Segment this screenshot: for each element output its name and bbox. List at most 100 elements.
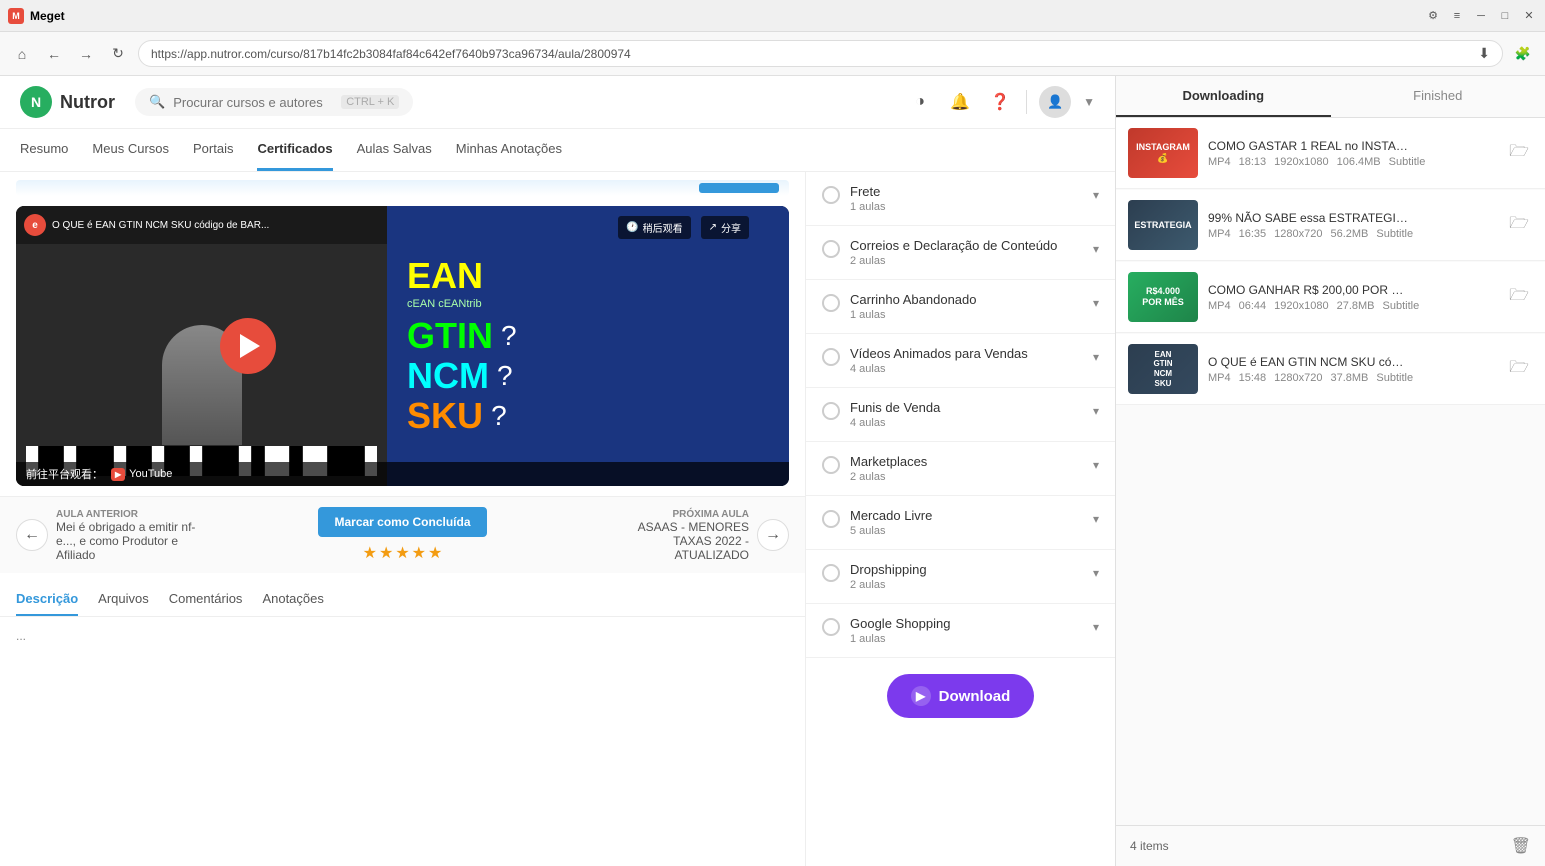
mark-concluded-button[interactable]: Marcar como Concluída (318, 507, 486, 537)
section-title: Marketplaces (850, 454, 1083, 469)
next-arrow[interactable]: → (757, 519, 789, 551)
nav-resumo[interactable]: Resumo (20, 129, 68, 171)
section-title: Mercado Livre (850, 508, 1083, 523)
tab-descricao[interactable]: Descrição (16, 583, 78, 616)
section-funis: Funis de Venda 4 aulas (850, 400, 1083, 429)
right-panel: Frete 1 aulas ▾ Correios e Declaração de… (805, 172, 1115, 866)
next-info: PRÓXIMA AULA ASAAS - MENORES TAXAS 2022 … (609, 509, 749, 562)
folder-icon-1[interactable]: 🗁 (1505, 139, 1533, 167)
star-5[interactable]: ★ (428, 543, 442, 563)
folder-icon-3[interactable]: 🗁 (1505, 283, 1533, 311)
help-icon[interactable]: ❓ (986, 88, 1014, 116)
section-count: 2 aulas (850, 255, 1083, 267)
star-2[interactable]: ★ (379, 543, 393, 563)
chevron-down-icon: ▾ (1093, 566, 1099, 580)
item-info-1: COMO GASTAR 1 REAL no INSTAGRAM e GAN MP… (1208, 139, 1495, 168)
radio-frete[interactable] (822, 186, 840, 204)
thumbnail-3: R$4.000POR MÊS (1128, 272, 1198, 322)
maximize-button[interactable]: □ (1497, 8, 1513, 24)
nav-minhas-anotacoes[interactable]: Minhas Anotações (456, 129, 562, 171)
chevron-down-icon: ▾ (1093, 188, 1099, 202)
nav-certificados[interactable]: Certificados (257, 129, 332, 171)
mark-concluded-section: Marcar como Concluída ★ ★ ★ ★ ★ (318, 507, 486, 563)
chevron-down-icon: ▾ (1093, 350, 1099, 364)
section-videos: Vídeos Animados para Vendas 4 aulas (850, 346, 1083, 375)
size-2: 56.2MB (1330, 228, 1368, 240)
radio-funis[interactable] (822, 402, 840, 420)
subtitle-3: Subtitle (1383, 300, 1420, 312)
section-title: Funis de Venda (850, 400, 1083, 415)
settings-icon[interactable]: ⚙ (1425, 8, 1441, 24)
list-item[interactable]: Frete 1 aulas ▾ (806, 172, 1115, 226)
radio-google-shopping[interactable] (822, 618, 840, 636)
account-dropdown-icon[interactable]: ▼ (1083, 95, 1095, 109)
radio-carrinho[interactable] (822, 294, 840, 312)
list-item[interactable]: Google Shopping 1 aulas ▾ (806, 604, 1115, 658)
nav-portais[interactable]: Portais (193, 129, 233, 171)
close-button[interactable]: ✕ (1521, 8, 1537, 24)
tab-finished[interactable]: Finished (1331, 76, 1545, 117)
play-button[interactable] (220, 318, 276, 374)
radio-videos[interactable] (822, 348, 840, 366)
menu-icon[interactable]: ≡ (1449, 8, 1465, 24)
notification-icon[interactable]: 🔔 (946, 88, 974, 116)
chevron-down-icon: ▾ (1093, 404, 1099, 418)
gtin-row: GTIN ? (407, 318, 517, 354)
search-bar[interactable]: 🔍 CTRL + K (135, 88, 413, 116)
nav-aulas-salvas[interactable]: Aulas Salvas (357, 129, 432, 171)
list-item[interactable]: Mercado Livre 5 aulas ▾ (806, 496, 1115, 550)
star-4[interactable]: ★ (412, 543, 426, 563)
watch-later-btn[interactable]: 🕐 稍后观看 (618, 216, 690, 239)
chevron-down-icon: ▾ (1093, 620, 1099, 634)
tab-downloading[interactable]: Downloading (1116, 76, 1331, 117)
download-button[interactable]: ▶ Download (887, 674, 1035, 718)
section-marketplaces: Marketplaces 2 aulas (850, 454, 1083, 483)
section-carrinho: Carrinho Abandonado 1 aulas (850, 292, 1083, 321)
duration-1: 18:13 (1239, 156, 1267, 168)
contrast-icon[interactable]: ◑ (906, 88, 934, 116)
list-item[interactable]: Dropshipping 2 aulas ▾ (806, 550, 1115, 604)
star-1[interactable]: ★ (363, 543, 377, 563)
folder-icon-4[interactable]: 🗁 (1505, 355, 1533, 383)
star-rating[interactable]: ★ ★ ★ ★ ★ (363, 543, 443, 563)
radio-dropshipping[interactable] (822, 564, 840, 582)
list-item[interactable]: Vídeos Animados para Vendas 4 aulas ▾ (806, 334, 1115, 388)
trash-icon[interactable]: 🗑 (1511, 836, 1531, 856)
url-bar[interactable]: https://app.nutror.com/curso/817b14fc2b3… (138, 40, 1503, 67)
star-3[interactable]: ★ (395, 543, 409, 563)
content-area: e O QUE é EAN GTIN NCM SKU código de BAR… (0, 172, 1115, 866)
nav-meus-cursos[interactable]: Meus Cursos (92, 129, 169, 171)
tab-arquivos[interactable]: Arquivos (98, 583, 149, 616)
radio-marketplaces[interactable] (822, 456, 840, 474)
list-item[interactable]: Marketplaces 2 aulas ▾ (806, 442, 1115, 496)
tab-comentarios[interactable]: Comentários (169, 583, 243, 616)
list-item[interactable]: Funis de Venda 4 aulas ▾ (806, 388, 1115, 442)
tab-anotacoes[interactable]: Anotações (262, 583, 323, 616)
radio-correios[interactable] (822, 240, 840, 258)
minimize-button[interactable]: ─ (1473, 8, 1489, 24)
section-title: Vídeos Animados para Vendas (850, 346, 1083, 361)
search-input[interactable] (173, 95, 333, 110)
forward-button[interactable]: → (74, 42, 98, 66)
share-btn[interactable]: ↗ 分享 (701, 216, 749, 239)
prev-arrow[interactable]: ← (16, 519, 48, 551)
home-button[interactable]: ⌂ (10, 42, 34, 66)
list-item: INSTAGRAM💰 COMO GASTAR 1 REAL no INSTAGR… (1116, 118, 1545, 189)
section-title: Dropshipping (850, 562, 1083, 577)
list-item[interactable]: Correios e Declaração de Conteúdo 2 aula… (806, 226, 1115, 280)
search-icon: 🔍 (149, 94, 165, 110)
list-item[interactable]: Carrinho Abandonado 1 aulas ▾ (806, 280, 1115, 334)
sidebar-tabs: Downloading Finished (1116, 76, 1545, 118)
sku-label: SKU (407, 398, 483, 434)
thumbnail-1: INSTAGRAM💰 (1128, 128, 1198, 178)
item-title-1: COMO GASTAR 1 REAL no INSTAGRAM e GAN (1208, 139, 1408, 153)
subtitle-1: Subtitle (1389, 156, 1426, 168)
radio-mercado-livre[interactable] (822, 510, 840, 528)
folder-icon-2[interactable]: 🗁 (1505, 211, 1533, 239)
download-page-icon[interactable]: ⬇ (1478, 45, 1490, 62)
back-button[interactable]: ← (42, 42, 66, 66)
avatar[interactable]: 👤 (1039, 86, 1071, 118)
extensions-icon[interactable]: 🧩 (1511, 42, 1535, 66)
chevron-down-icon: ▾ (1093, 512, 1099, 526)
reload-button[interactable]: ↻ (106, 42, 130, 66)
